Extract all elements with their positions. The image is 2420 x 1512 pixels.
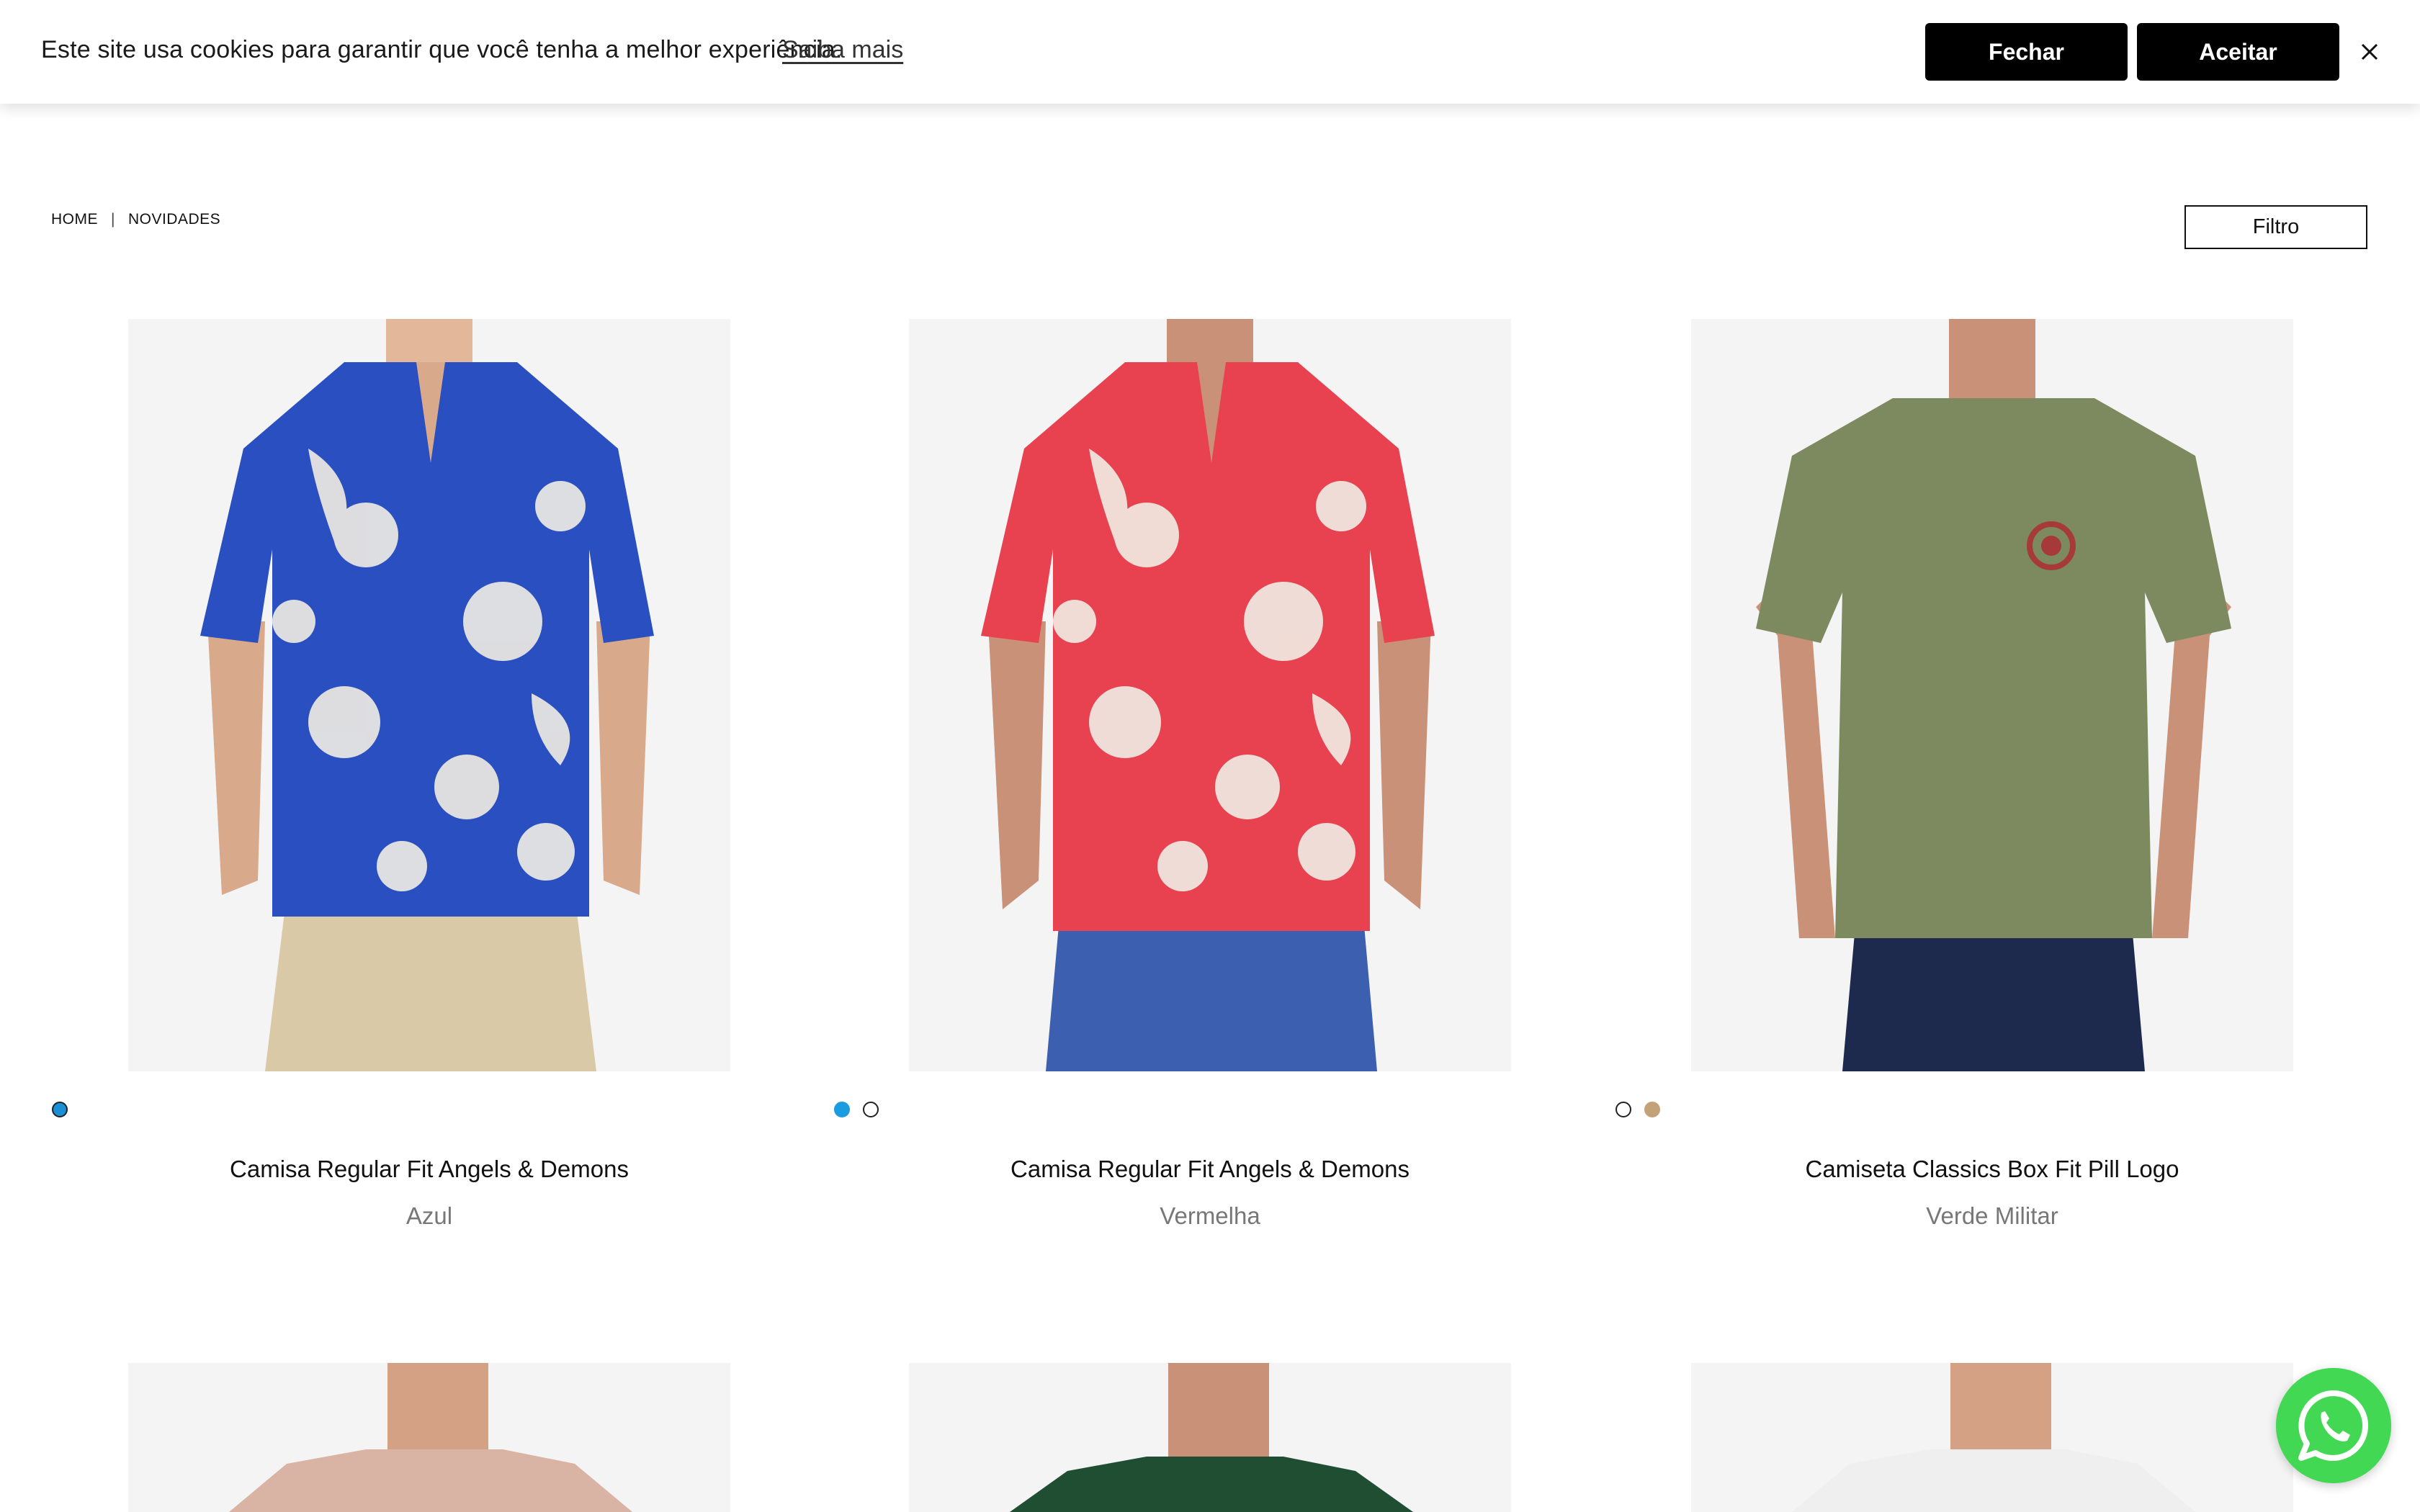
product-image[interactable] [909,319,1511,1071]
product-image[interactable] [128,1363,730,1512]
product-name[interactable]: Camisa Regular Fit Angels & Demons [128,1156,730,1183]
color-swatch-white[interactable] [1615,1102,1631,1117]
color-swatch-beige[interactable] [1644,1102,1660,1117]
whatsapp-icon [2276,1368,2391,1483]
breadcrumb: HOME | NOVIDADES [51,211,220,228]
product-photo [1691,319,2293,1071]
close-cookie-button[interactable]: Fechar [1925,23,2128,81]
product-photo [128,319,730,1071]
product-image[interactable] [128,319,730,1071]
product-image[interactable] [1691,1363,2293,1512]
product-color: Vermelha [1160,1202,1260,1229]
product-color: Azul [405,1202,453,1229]
whatsapp-button[interactable] [2276,1368,2391,1483]
product-name[interactable]: Camiseta Classics Box Fit Pill Logo [1691,1156,2293,1183]
product-photo [909,1363,1511,1512]
accept-cookie-button[interactable]: Aceitar [2137,23,2339,81]
product-photo [128,1363,730,1512]
product-image[interactable] [1691,319,2293,1071]
product-color: Verde Militar [1926,1202,2058,1229]
color-swatch-blue[interactable] [52,1102,68,1117]
close-icon[interactable] [2355,37,2384,66]
filter-button[interactable]: Filtro [2184,205,2367,249]
breadcrumb-current: NOVIDADES [127,211,221,228]
color-swatch-white[interactable] [863,1102,879,1117]
product-photo [1691,1363,2293,1512]
color-swatch-blue[interactable] [834,1102,850,1117]
learn-more-link[interactable]: Saiba mais [782,36,903,64]
product-image[interactable] [909,1363,1511,1512]
breadcrumb-separator: | [111,211,115,228]
product-name[interactable]: Camisa Regular Fit Angels & Demons [909,1156,1511,1183]
cookie-banner: Este site usa cookies para garantir que … [0,0,2420,104]
breadcrumb-home[interactable]: HOME [51,211,98,228]
cookie-message: Este site usa cookies para garantir que … [41,36,843,63]
product-photo [909,319,1511,1071]
